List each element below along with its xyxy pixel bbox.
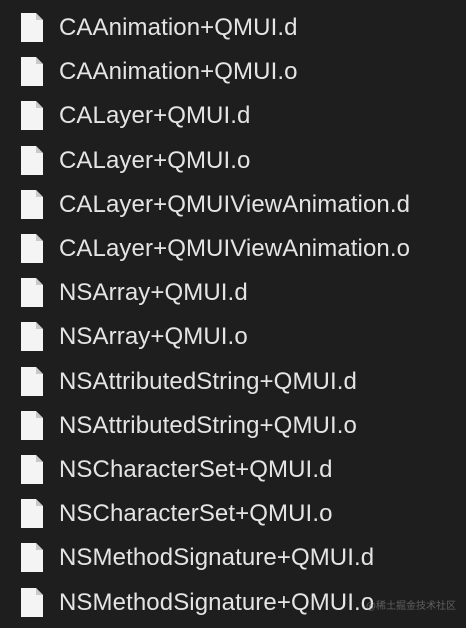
document-icon [20, 499, 44, 529]
file-row[interactable]: CAAnimation+QMUI.d [0, 6, 466, 50]
file-row[interactable]: CALayer+QMUI.o [0, 139, 466, 183]
file-row[interactable]: NSArray+QMUI.d [0, 271, 466, 315]
document-icon [20, 322, 44, 352]
document-icon [20, 101, 44, 131]
file-name: CAAnimation+QMUI.o [59, 58, 298, 86]
file-row[interactable]: NSAttributedString+QMUI.o [0, 404, 466, 448]
document-icon [20, 234, 44, 264]
file-row[interactable]: NSCharacterSet+QMUI.d [0, 448, 466, 492]
document-icon [20, 454, 44, 485]
file-name: CALayer+QMUI.d [59, 102, 251, 130]
file-row[interactable]: CAAnimation+QMUI.o [0, 50, 466, 94]
document-icon [20, 366, 44, 397]
file-name: NSArray+QMUI.d [59, 279, 248, 307]
document-icon [20, 189, 44, 220]
file-name: NSMethodSignature+QMUI.o [59, 588, 375, 616]
file-row[interactable]: CALayer+QMUIViewAnimation.d [0, 183, 466, 227]
file-name: NSMethodSignature+QMUI.d [59, 544, 375, 572]
document-icon [20, 543, 44, 573]
file-row[interactable]: NSAttributedString+QMUI.d [0, 360, 466, 404]
document-icon [20, 278, 44, 308]
file-row[interactable]: NSCharacterSet+QMUI.o [0, 492, 466, 536]
watermark: @稀土掘金技术社区 [366, 601, 456, 612]
file-name: CALayer+QMUIViewAnimation.d [59, 190, 411, 218]
file-name: CALayer+QMUI.o [59, 146, 251, 174]
file-row[interactable]: CALayer+QMUIViewAnimation.o [0, 227, 466, 271]
document-icon [20, 410, 44, 441]
file-list: CAAnimation+QMUI.d CAAnimation+QMUI.o CA… [0, 6, 466, 625]
document-icon [20, 13, 44, 43]
document-icon [20, 145, 44, 176]
file-row[interactable]: NSArray+QMUI.o [0, 315, 466, 359]
document-icon [20, 587, 44, 618]
file-name: NSAttributedString+QMUI.d [59, 367, 357, 395]
document-icon [20, 57, 44, 87]
file-name: NSAttributedString+QMUI.o [59, 411, 357, 439]
file-name: NSCharacterSet+QMUI.d [59, 455, 333, 483]
file-row[interactable]: CALayer+QMUI.d [0, 94, 466, 138]
file-name: CALayer+QMUIViewAnimation.o [59, 235, 411, 263]
file-row[interactable]: NSMethodSignature+QMUI.d [0, 536, 466, 580]
file-name: NSArray+QMUI.o [59, 323, 248, 351]
file-name: NSCharacterSet+QMUI.o [59, 500, 333, 528]
file-name: CAAnimation+QMUI.d [59, 14, 298, 42]
